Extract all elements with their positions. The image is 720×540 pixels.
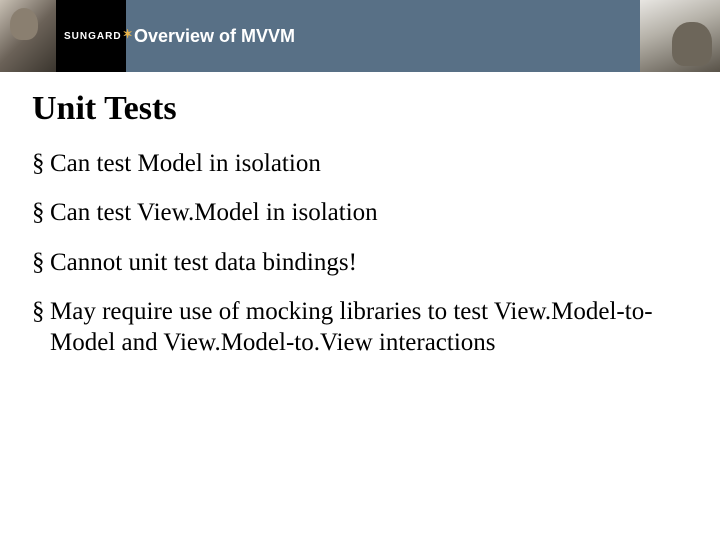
slide-header: SUNGARD Overview of MVVM xyxy=(0,0,720,72)
header-photo-right xyxy=(640,0,720,72)
slide-content: Unit Tests Can test Model in isolation C… xyxy=(0,72,720,358)
slide-section-title: Overview of MVVM xyxy=(134,26,295,47)
logo-text: SUNGARD xyxy=(64,31,122,42)
slide-heading: Unit Tests xyxy=(32,90,692,128)
list-item: May require use of mocking libraries to … xyxy=(32,296,692,359)
header-photo-left xyxy=(0,0,56,72)
bullet-list: Can test Model in isolation Can test Vie… xyxy=(32,148,692,358)
list-item: Cannot unit test data bindings! xyxy=(32,247,692,278)
list-item: Can test View.Model in isolation xyxy=(32,197,692,228)
title-band: Overview of MVVM xyxy=(126,0,640,72)
sungard-logo: SUNGARD xyxy=(64,31,134,42)
sunburst-icon xyxy=(124,31,134,41)
list-item: Can test Model in isolation xyxy=(32,148,692,179)
logo-band: SUNGARD xyxy=(56,0,126,72)
